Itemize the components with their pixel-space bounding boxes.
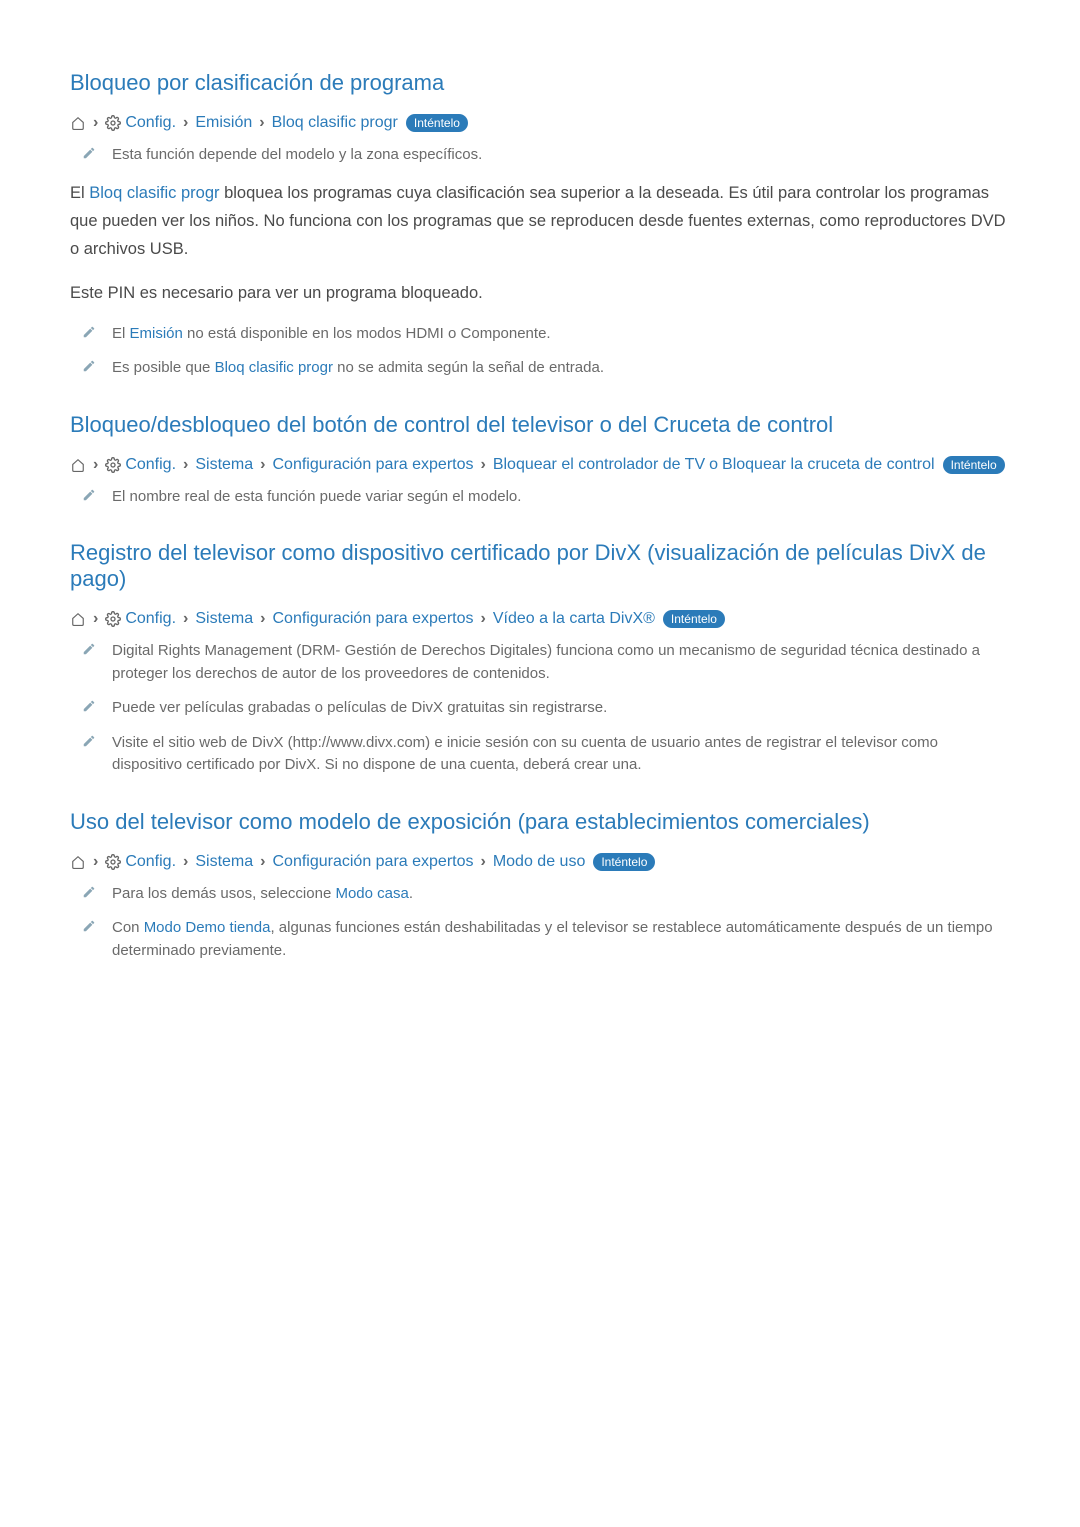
body-paragraph: Este PIN es necesario para ver un progra…	[70, 279, 1010, 307]
pencil-icon	[82, 919, 96, 933]
section-program-rating-lock: Bloqueo por clasificación de programa › …	[70, 70, 1010, 380]
breadcrumb-sistema[interactable]: Sistema	[195, 853, 253, 871]
body-paragraph: El Bloq clasific progr bloquea los progr…	[70, 179, 1010, 263]
try-it-badge[interactable]: Inténtelo	[663, 610, 725, 628]
breadcrumb: › Config. › Emisión › Bloq clasific prog…	[70, 114, 1010, 132]
section-usage-mode: Uso del televisor como modelo de exposic…	[70, 809, 1010, 963]
inline-link-modo-casa[interactable]: Modo casa	[335, 885, 408, 902]
note-text: Visite el sitio web de DivX (http://www.…	[112, 732, 1010, 777]
note-text: El nombre real de esta función puede var…	[112, 486, 521, 509]
inline-link-modo-demo[interactable]: Modo Demo tienda	[144, 919, 271, 936]
note-text: Digital Rights Management (DRM- Gestión …	[112, 640, 1010, 685]
section-title: Bloqueo por clasificación de programa	[70, 70, 1010, 96]
note-text: Para los demás usos, seleccione Modo cas…	[112, 883, 413, 906]
note-item: Puede ver películas grabadas o películas…	[70, 697, 1010, 720]
home-icon	[70, 458, 86, 472]
note-text: Puede ver películas grabadas o películas…	[112, 697, 607, 720]
note-item: Digital Rights Management (DRM- Gestión …	[70, 640, 1010, 685]
inline-link-bloq[interactable]: Bloq clasific progr	[215, 359, 333, 376]
section-lock-controller: Bloqueo/desbloqueo del botón de control …	[70, 412, 1010, 509]
breadcrumb-bloq-clasific[interactable]: Bloq clasific progr	[272, 114, 398, 132]
breadcrumb-video-divx[interactable]: Vídeo a la carta DivX®	[493, 610, 655, 628]
pencil-icon	[82, 642, 96, 656]
chevron-icon: ›	[183, 114, 188, 132]
note-item: El nombre real de esta función puede var…	[70, 486, 1010, 509]
breadcrumb-bloquear-controlador[interactable]: Bloquear el controlador de TV	[493, 456, 705, 474]
breadcrumb-bloquear-cruceta[interactable]: Bloquear la cruceta de control	[722, 456, 935, 474]
chevron-icon: ›	[93, 114, 98, 132]
pencil-icon	[82, 325, 96, 339]
breadcrumb: › Config. › Sistema › Configuración para…	[70, 610, 1010, 628]
section-divx: Registro del televisor como dispositivo …	[70, 540, 1010, 777]
breadcrumb-config-expertos[interactable]: Configuración para expertos	[272, 853, 473, 871]
chevron-icon: ›	[481, 456, 486, 474]
gear-icon	[105, 611, 121, 627]
try-it-badge[interactable]: Inténtelo	[943, 456, 1005, 474]
note-item: Con Modo Demo tienda, algunas funciones …	[70, 917, 1010, 962]
gear-icon	[105, 854, 121, 870]
breadcrumb-config[interactable]: Config.	[125, 853, 176, 871]
pencil-icon	[82, 885, 96, 899]
note-item: Para los demás usos, seleccione Modo cas…	[70, 883, 1010, 906]
note-item: Esta función depende del modelo y la zon…	[70, 144, 1010, 167]
chevron-icon: ›	[259, 114, 264, 132]
breadcrumb: › Config. › Sistema › Configuración para…	[70, 456, 1010, 474]
home-icon	[70, 855, 86, 869]
breadcrumb-emision[interactable]: Emisión	[195, 114, 252, 132]
pencil-icon	[82, 734, 96, 748]
try-it-badge[interactable]: Inténtelo	[593, 853, 655, 871]
pencil-icon	[82, 146, 96, 160]
pencil-icon	[82, 359, 96, 373]
chevron-icon: ›	[481, 853, 486, 871]
home-icon	[70, 612, 86, 626]
inline-link-bloq[interactable]: Bloq clasific progr	[89, 184, 219, 202]
gear-icon	[105, 457, 121, 473]
breadcrumb-config[interactable]: Config.	[125, 456, 176, 474]
pencil-icon	[82, 488, 96, 502]
note-text: Es posible que Bloq clasific progr no se…	[112, 357, 604, 380]
chevron-icon: ›	[260, 610, 265, 628]
chevron-icon: ›	[260, 456, 265, 474]
breadcrumb-sistema[interactable]: Sistema	[195, 610, 253, 628]
breadcrumb-sistema[interactable]: Sistema	[195, 456, 253, 474]
chevron-icon: ›	[183, 853, 188, 871]
section-title: Bloqueo/desbloqueo del botón de control …	[70, 412, 1010, 438]
chevron-icon: ›	[183, 456, 188, 474]
breadcrumb-modo-uso[interactable]: Modo de uso	[493, 853, 586, 871]
chevron-icon: ›	[260, 853, 265, 871]
breadcrumb-config[interactable]: Config.	[125, 610, 176, 628]
breadcrumb-config-expertos[interactable]: Configuración para expertos	[272, 456, 473, 474]
gear-icon	[105, 115, 121, 131]
note-item: El Emisión no está disponible en los mod…	[70, 323, 1010, 346]
try-it-badge[interactable]: Inténtelo	[406, 114, 468, 132]
section-title: Uso del televisor como modelo de exposic…	[70, 809, 1010, 835]
pencil-icon	[82, 699, 96, 713]
chevron-icon: ›	[481, 610, 486, 628]
chevron-icon: ›	[93, 610, 98, 628]
note-item: Es posible que Bloq clasific progr no se…	[70, 357, 1010, 380]
chevron-icon: ›	[183, 610, 188, 628]
breadcrumb-or: o	[709, 456, 718, 474]
breadcrumb-config[interactable]: Config.	[125, 114, 176, 132]
home-icon	[70, 116, 86, 130]
chevron-icon: ›	[93, 456, 98, 474]
note-text: Con Modo Demo tienda, algunas funciones …	[112, 917, 1010, 962]
chevron-icon: ›	[93, 853, 98, 871]
breadcrumb-config-expertos[interactable]: Configuración para expertos	[272, 610, 473, 628]
note-text: Esta función depende del modelo y la zon…	[112, 144, 482, 167]
section-title: Registro del televisor como dispositivo …	[70, 540, 1010, 592]
inline-link-emision[interactable]: Emisión	[130, 325, 183, 342]
note-item: Visite el sitio web de DivX (http://www.…	[70, 732, 1010, 777]
note-text: El Emisión no está disponible en los mod…	[112, 323, 551, 346]
breadcrumb: › Config. › Sistema › Configuración para…	[70, 853, 1010, 871]
